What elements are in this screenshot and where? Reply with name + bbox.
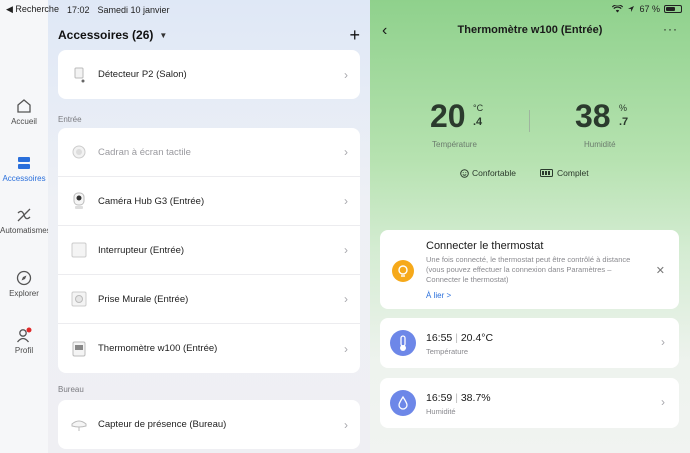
temperature-record-card[interactable]: 16:55 | 20.4°C Température › (380, 318, 679, 368)
connect-description: Une fois connecté, le thermostat peut êt… (426, 255, 631, 284)
chevron-right-icon: › (661, 395, 665, 409)
profile-icon (16, 327, 32, 343)
nav-home-label: Accueil (11, 117, 37, 126)
thermometer-icon (390, 330, 416, 356)
section-header-bureau: Bureau (58, 385, 84, 394)
record-time-value: 16:55 | 20.4°C (426, 332, 494, 344)
list-item[interactable]: Capteur de présence (Bureau) › (58, 400, 360, 449)
temperature-value: 20 (430, 98, 466, 134)
chevron-right-icon: › (344, 145, 348, 159)
add-accessory-button[interactable]: + (349, 26, 360, 44)
page-title: Thermomètre w100 (Entrée) (457, 24, 603, 36)
sidebar-nav: Accueil Accessoires Automatismes Explore… (0, 0, 51, 453)
temperature-decimal: .4 (473, 116, 483, 128)
list-item[interactable]: Thermomètre w100 (Entrée) › (58, 324, 360, 373)
chevron-right-icon: › (344, 194, 348, 208)
humidity-label: Humidité (584, 140, 616, 149)
device-name: Cadran à écran tactile (98, 146, 191, 158)
presence-sensor-icon (70, 415, 88, 435)
device-detail-pane: ‹ Thermomètre w100 (Entrée) ··· 20 °C .4… (370, 0, 690, 453)
humidity-decimal: .7 (619, 116, 629, 128)
status-date: Samedi 10 janvier (97, 4, 170, 15)
back-to-search[interactable]: ◀ Recherche (6, 4, 59, 15)
record-label: Humidité (426, 407, 456, 416)
nav-explore-label: Explorer (9, 289, 39, 298)
chevron-right-icon: › (344, 341, 348, 356)
chevron-right-icon: › (344, 243, 348, 257)
device-name: Thermomètre w100 (Entrée) (98, 343, 218, 354)
device-name: Caméra Hub G3 (Entrée) (98, 195, 205, 207)
accessories-icon (18, 157, 30, 169)
water-drop-icon (390, 390, 416, 416)
chevron-right-icon: › (661, 335, 665, 349)
wifi-icon (612, 5, 624, 13)
humidity-value: 38 (575, 98, 611, 134)
chevron-right-icon: › (344, 67, 348, 82)
battery-percent: 67 % (639, 4, 660, 14)
status-bar-left: ◀ Recherche 17:02 Samedi 10 janvier (6, 4, 170, 15)
humidity-unit: % (619, 103, 628, 113)
nav-explore[interactable]: Explorer (0, 270, 48, 298)
status-bar-right: 67 % (612, 4, 682, 14)
accessories-panel: Accessoires (26) ▼ + Détecteur P2 (Salon… (48, 0, 370, 453)
close-icon[interactable]: ✕ (656, 264, 665, 277)
nav-accessories[interactable]: Accessoires (0, 155, 48, 183)
device-name: Capteur de présence (Bureau) (98, 419, 227, 430)
connect-title: Connecter le thermostat (426, 240, 544, 252)
metric-divider (529, 110, 530, 132)
list-item[interactable]: Interrupteur (Entrée) › (58, 226, 360, 275)
nav-profile-label: Profil (14, 346, 34, 355)
battery-status-label: Complet (557, 168, 589, 178)
chevron-right-icon: › (344, 292, 348, 306)
location-icon (628, 6, 635, 12)
notification-dot (26, 327, 32, 333)
motion-sensor-icon (70, 65, 88, 85)
nav-accessories-label: Accessoires (2, 174, 46, 183)
outlet-icon (70, 289, 88, 309)
link-thermostat-link[interactable]: À lier > (426, 291, 451, 300)
thermometer-device-icon (70, 339, 88, 359)
humidity-record-card[interactable]: 16:59 | 38.7% Humidité › (380, 378, 679, 428)
switch-icon (70, 240, 88, 260)
temperature-unit: °C (473, 103, 484, 113)
accessories-header: Accessoires (26) ▼ + (58, 26, 360, 44)
comfort-status: Confortable (460, 168, 516, 178)
home-icon (17, 99, 31, 113)
lightbulb-icon (392, 260, 414, 282)
device-name: Interrupteur (Entrée) (98, 244, 185, 256)
device-card-entree: Cadran à écran tactile › Caméra Hub G3 (… (58, 128, 360, 373)
battery-icon (664, 5, 682, 13)
device-card-bureau: Capteur de présence (Bureau) › (58, 400, 360, 449)
record-time-value: 16:59 | 38.7% (426, 392, 491, 404)
comfort-label: Confortable (472, 168, 516, 178)
compass-icon (16, 270, 32, 286)
list-item[interactable]: Cadran à écran tactile › (58, 128, 360, 177)
more-options-icon[interactable]: ··· (663, 22, 678, 36)
section-header-entree: Entrée (58, 115, 82, 124)
battery-full-icon (540, 169, 553, 177)
nav-automation-label: Automatismes (0, 226, 51, 235)
record-label: Température (426, 347, 469, 356)
device-name: Prise Murale (Entrée) (98, 293, 189, 305)
automation-icon (17, 208, 31, 222)
list-item[interactable]: Caméra Hub G3 (Entrée) › (58, 177, 360, 226)
chevron-down-icon: ▼ (159, 30, 168, 40)
nav-automation[interactable]: Automatismes (0, 207, 51, 235)
connect-thermostat-card: Connecter le thermostat Une fois connect… (380, 230, 679, 309)
device-card-salon: Détecteur P2 (Salon) › (58, 50, 360, 99)
camera-icon (70, 191, 88, 211)
chevron-right-icon: › (344, 417, 348, 432)
smiley-icon (460, 168, 469, 178)
battery-status: Complet (540, 168, 589, 178)
list-item[interactable]: Prise Murale (Entrée) › (58, 275, 360, 324)
accessories-title-dropdown[interactable]: Accessoires (26) ▼ (58, 28, 167, 42)
device-name: Détecteur P2 (Salon) (98, 69, 187, 80)
accessories-title: Accessoires (26) (58, 28, 154, 42)
nav-home[interactable]: Accueil (0, 98, 48, 126)
list-item[interactable]: Détecteur P2 (Salon) › (58, 50, 360, 99)
nav-profile[interactable]: Profil (0, 327, 48, 355)
temperature-label: Température (432, 140, 477, 149)
dial-icon (70, 142, 88, 162)
status-time: 17:02 (66, 4, 90, 15)
